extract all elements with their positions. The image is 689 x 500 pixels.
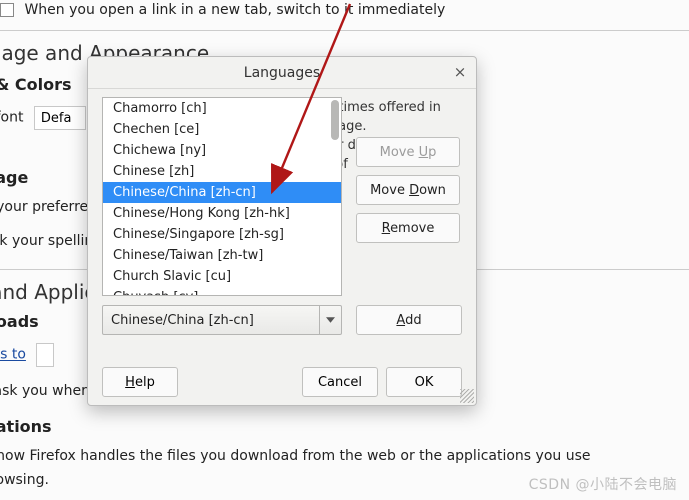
list-item[interactable]: Chinese/China [zh-cn] [103, 182, 341, 203]
save-files-to-link[interactable]: Save files to [0, 347, 26, 363]
list-item[interactable]: Chechen [ce] [103, 119, 341, 140]
save-files-path-input[interactable] [36, 343, 54, 367]
dialog-titlebar: Languages × [88, 57, 476, 89]
list-item[interactable]: Chinese/Hong Kong [zh-hk] [103, 203, 341, 224]
list-item[interactable]: Chinese [zh] [103, 161, 341, 182]
combo-value: Chinese/China [zh-cn] [111, 313, 254, 328]
applications-heading: Applications [0, 417, 689, 436]
watermark-text: CSDN @小陆不会电脑 [529, 474, 677, 494]
list-item[interactable]: Chinese/Singapore [zh-sg] [103, 224, 341, 245]
ok-button[interactable]: OK [386, 367, 462, 397]
dialog-title: Languages [244, 65, 320, 81]
list-item[interactable]: Chamorro [ch] [103, 98, 341, 119]
default-font-select[interactable] [34, 106, 86, 130]
move-down-button[interactable]: Move Down [356, 175, 460, 205]
move-up-button[interactable]: Move Up [356, 137, 460, 167]
languages-dialog: Languages × Web pages are sometimes offe… [87, 56, 477, 406]
resize-grip-icon[interactable] [460, 389, 474, 403]
cancel-button[interactable]: Cancel [302, 367, 378, 397]
scrollbar-thumb[interactable] [331, 100, 339, 140]
add-button[interactable]: Add [356, 305, 462, 335]
chevron-down-icon [319, 306, 341, 334]
list-item[interactable]: Chinese/Taiwan [zh-tw] [103, 245, 341, 266]
list-item[interactable]: Church Slavic [cu] [103, 266, 341, 287]
open-link-label: When you open a link in a new tab, switc… [24, 2, 445, 18]
checkbox-switch-tab[interactable] [0, 3, 14, 17]
apps-desc-1: Choose how Firefox handles the files you… [0, 444, 689, 468]
close-icon[interactable]: × [450, 63, 470, 83]
list-item[interactable]: Chuvash [cv] [103, 287, 341, 296]
help-button[interactable]: Help [102, 367, 178, 397]
default-font-label: Default font [0, 110, 23, 126]
remove-button[interactable]: Remove [356, 213, 460, 243]
language-listbox[interactable]: Chamorro [ch]Chechen [ce]Chichewa [ny]Ch… [102, 97, 342, 296]
language-add-combo[interactable]: Chinese/China [zh-cn] [102, 305, 342, 335]
list-item[interactable]: Chichewa [ny] [103, 140, 341, 161]
